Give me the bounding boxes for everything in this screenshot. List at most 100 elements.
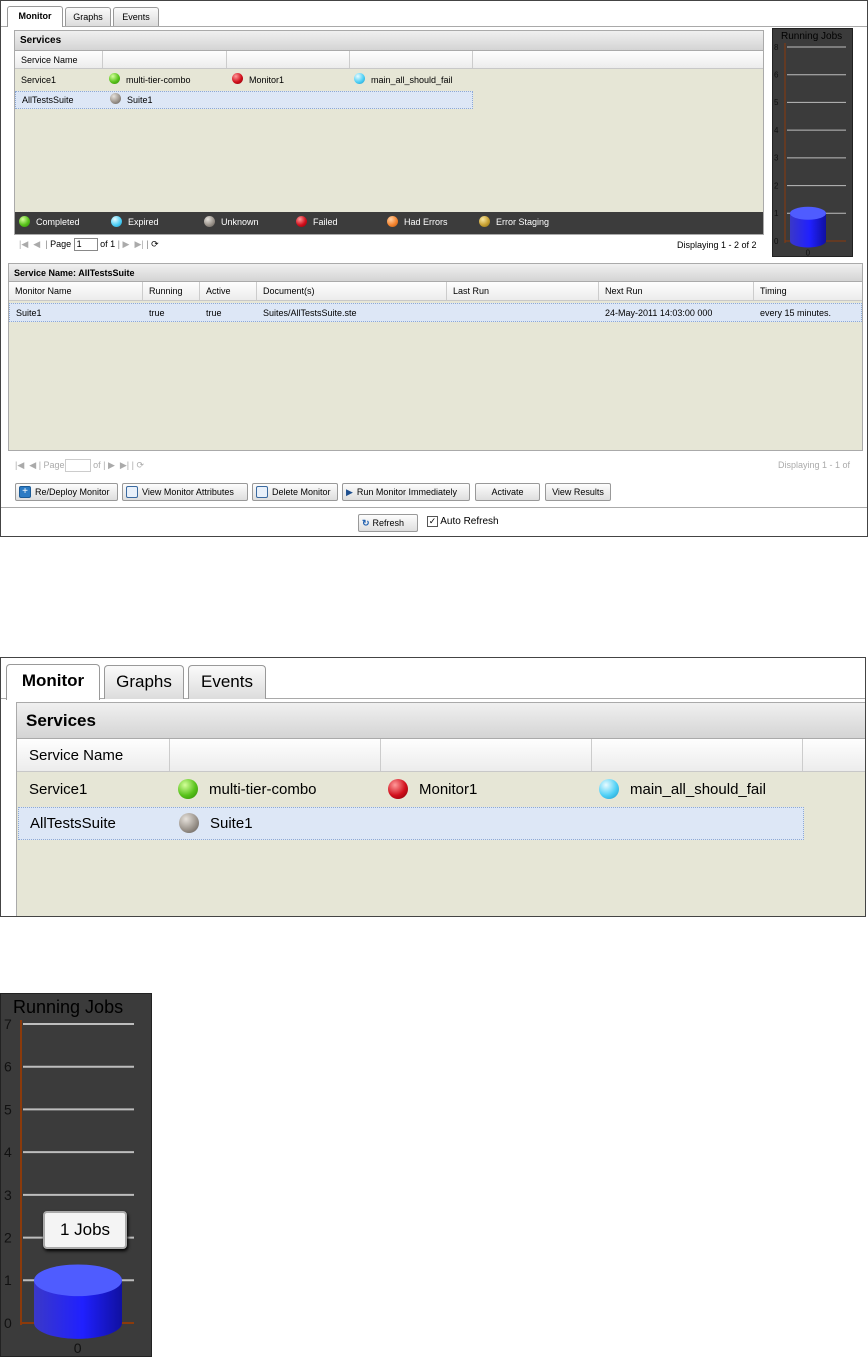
refresh-icon[interactable]: ⟳ xyxy=(137,460,145,470)
refresh-icon: ↻ xyxy=(362,518,370,528)
completed-icon xyxy=(19,216,30,228)
legend-failed: Failed xyxy=(313,217,338,227)
expired-status-icon xyxy=(354,73,365,85)
monitor-window: Monitor Graphs Events Services Service N… xyxy=(0,0,868,537)
prev-page-icon[interactable]: ◀ xyxy=(33,239,40,249)
monitor-link[interactable]: Monitor1 xyxy=(419,781,477,798)
monitor-link[interactable]: Suite1 xyxy=(127,95,153,105)
tab-bar: Monitor Graphs Events xyxy=(1,1,867,27)
services-title: Services xyxy=(15,31,763,51)
service-name-column[interactable]: Service Name xyxy=(15,51,103,68)
completed-status-icon xyxy=(109,73,120,85)
service-row-selected[interactable]: AllTestsSuite Suite1 xyxy=(18,807,804,840)
column-active[interactable]: Active xyxy=(200,282,257,300)
x-tick-label: 0 xyxy=(74,1340,82,1356)
prev-page-icon[interactable]: ◀ xyxy=(29,460,36,470)
tab-events[interactable]: Events xyxy=(113,7,159,26)
monitor-link[interactable]: Monitor1 xyxy=(249,75,284,85)
running-cell: true xyxy=(149,308,165,318)
column-timing[interactable]: Timing xyxy=(754,282,862,300)
page-input[interactable]: 1 xyxy=(73,238,98,251)
button-label: Run Monitor Immediately xyxy=(356,487,457,497)
column-last-run[interactable]: Last Run xyxy=(447,282,599,300)
column-blank-3 xyxy=(350,51,473,68)
monitor-link[interactable]: main_all_should_fail xyxy=(630,781,766,798)
y-tick-label: 7 xyxy=(4,1016,12,1032)
column-next-run[interactable]: Next Run xyxy=(599,282,754,300)
tab-monitor[interactable]: Monitor xyxy=(6,664,100,700)
y-tick-label: 2 xyxy=(4,1229,12,1245)
tab-events[interactable]: Events xyxy=(188,665,266,699)
chart-plot: 0 1 2 3 4 5 6 8 0 xyxy=(774,43,846,256)
documents-cell: Suites/AllTestsSuite.ste xyxy=(263,308,357,318)
y-tick-label: 3 xyxy=(774,154,779,163)
button-label: Activate xyxy=(491,487,524,497)
expired-icon xyxy=(111,216,122,228)
chart-plot: 0 1 2 3 4 5 6 7 0 xyxy=(4,1016,134,1356)
delete-monitor-button[interactable]: Delete Monitor xyxy=(252,483,338,501)
service-row-selected[interactable]: AllTestsSuite Suite1 xyxy=(15,91,473,109)
x-tick-label: 0 xyxy=(806,248,811,256)
play-icon: ▶ xyxy=(346,487,353,497)
refresh-icon[interactable]: ⟳ xyxy=(151,239,159,249)
running-jobs-chart-zoom: Running Jobs 012345670 1 Jobs xyxy=(0,993,152,1357)
service-name: AllTestsSuite xyxy=(30,815,116,832)
y-tick-label: 1 xyxy=(774,209,779,218)
detail-column-header: Monitor Name Running Active Document(s) … xyxy=(9,282,862,301)
y-tick-label: 6 xyxy=(4,1059,12,1075)
legend-expired: Expired xyxy=(128,217,159,227)
bar-top xyxy=(34,1264,122,1297)
monitor-link[interactable]: multi-tier-combo xyxy=(126,75,191,85)
tab-graphs[interactable]: Graphs xyxy=(65,7,111,26)
legend-had-errors: Had Errors xyxy=(404,217,448,227)
view-monitor-attributes-button[interactable]: View Monitor Attributes xyxy=(122,483,248,501)
y-tick-label: 3 xyxy=(4,1187,12,1203)
legend-completed: Completed xyxy=(36,217,80,227)
running-jobs-chart: Running Jobs 012345680 xyxy=(772,28,853,257)
page-label: Page xyxy=(50,238,72,249)
list-icon xyxy=(126,485,138,498)
services-title: Services xyxy=(17,703,865,739)
last-page-icon[interactable]: ▶| xyxy=(120,460,129,470)
refresh-button[interactable]: ↻ Refresh xyxy=(358,514,418,532)
monitor-name-cell: Suite1 xyxy=(16,308,42,318)
next-page-icon[interactable]: ▶ xyxy=(108,460,115,470)
services-panel-zoom: Services Service Name Service1 multi-tie… xyxy=(16,702,865,916)
service-row[interactable]: Service1 multi-tier-combo Monitor1 main_… xyxy=(15,71,473,89)
monitor-link[interactable]: Suite1 xyxy=(210,815,253,832)
y-tick-label: 6 xyxy=(774,71,779,80)
activate-button[interactable]: Activate xyxy=(475,483,540,501)
monitor-link[interactable]: main_all_should_fail xyxy=(371,75,453,85)
column-blank-2 xyxy=(381,739,592,771)
monitor-row-selected[interactable]: Suite1 true true Suites/AllTestsSuite.st… xyxy=(9,303,862,322)
services-zoom-view: Monitor Graphs Events Services Service N… xyxy=(0,657,866,917)
button-label: View Results xyxy=(552,487,604,497)
first-page-icon[interactable]: |◀ xyxy=(19,239,28,249)
column-blank-2 xyxy=(227,51,350,68)
column-running[interactable]: Running xyxy=(143,282,200,300)
page-input[interactable] xyxy=(64,459,91,472)
tab-graphs[interactable]: Graphs xyxy=(104,665,184,699)
first-page-icon[interactable]: |◀ xyxy=(15,460,24,470)
service-name-column[interactable]: Service Name xyxy=(17,739,170,771)
services-column-header: Service Name xyxy=(15,51,763,69)
run-monitor-immediately-button[interactable]: ▶ Run Monitor Immediately xyxy=(342,483,470,501)
column-documents[interactable]: Document(s) xyxy=(257,282,447,300)
detail-pager: |◀ ◀ | Page of | ▶ ▶| | ⟳ xyxy=(15,459,144,472)
service-row[interactable]: Service1 multi-tier-combo Monitor1 main_… xyxy=(17,774,803,806)
y-tick-label: 0 xyxy=(774,237,779,246)
y-tick-label: 0 xyxy=(4,1315,12,1331)
tab-monitor[interactable]: Monitor xyxy=(7,6,63,27)
service-name: Service1 xyxy=(29,781,88,798)
page-label: Page xyxy=(43,459,65,470)
column-monitor-name[interactable]: Monitor Name xyxy=(9,282,143,300)
last-page-icon[interactable]: ▶| xyxy=(134,239,143,249)
service-name: AllTestsSuite xyxy=(22,95,74,105)
redeploy-monitor-button[interactable]: + Re/Deploy Monitor xyxy=(15,483,118,501)
monitor-link[interactable]: multi-tier-combo xyxy=(209,781,317,798)
detail-title: Service Name: AllTestsSuite xyxy=(9,264,862,282)
y-tick-label: 4 xyxy=(4,1144,12,1160)
next-page-icon[interactable]: ▶ xyxy=(123,239,130,249)
view-results-button[interactable]: View Results xyxy=(545,483,611,501)
auto-refresh-checkbox[interactable]: ✓ xyxy=(427,516,438,527)
